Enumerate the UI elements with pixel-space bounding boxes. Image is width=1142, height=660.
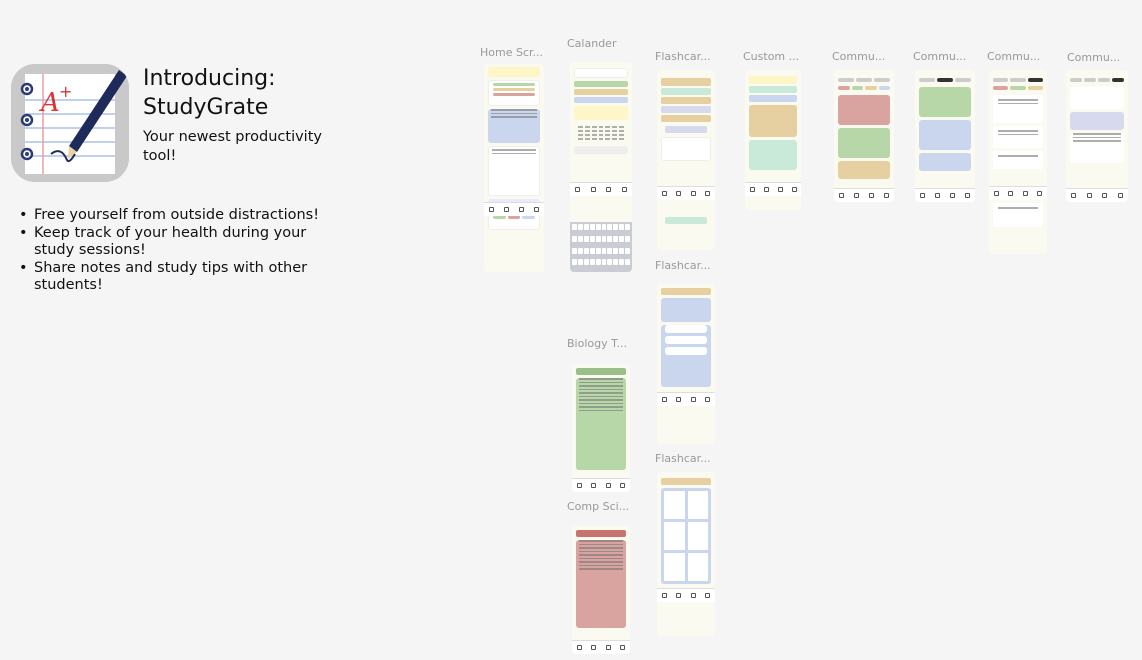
- community-frame[interactable]: [834, 70, 894, 202]
- svg-text:A: A: [39, 88, 60, 118]
- custom-frame[interactable]: [745, 70, 801, 210]
- calendar-frame[interactable]: [570, 62, 632, 272]
- intro-title: Introducing: StudyGrate: [143, 64, 276, 122]
- feature-list: Free yourself from outside distractions!…: [18, 207, 328, 295]
- svg-text:+: +: [59, 82, 72, 101]
- flashcards-frame[interactable]: [657, 472, 715, 636]
- frame-label-flashcards: Flashcar...: [655, 50, 711, 63]
- feature-item: Share notes and study tips with other st…: [18, 260, 328, 295]
- frame-label-community: Commu...: [913, 50, 967, 63]
- frame-label-custom: Custom ...: [743, 50, 800, 63]
- frame-label-flashcards: Flashcar...: [655, 452, 711, 465]
- frame-label-calendar: Calander: [567, 37, 617, 50]
- frame-label-community: Commu...: [1067, 51, 1121, 64]
- community-frame[interactable]: [989, 70, 1047, 254]
- community-frame[interactable]: [915, 70, 975, 202]
- community-frame[interactable]: [1066, 70, 1128, 202]
- intro-title-line1: Introducing:: [143, 66, 276, 91]
- frame-label-home: Home Scr...: [480, 46, 544, 59]
- frame-label-community: Commu...: [832, 50, 886, 63]
- frame-label-flashcards: Flashcar...: [655, 259, 711, 272]
- compsci-frame[interactable]: [572, 526, 630, 654]
- home-screen-frame[interactable]: [484, 64, 544, 272]
- flashcards-frame[interactable]: [657, 284, 715, 444]
- app-icon: A +: [11, 64, 129, 182]
- biology-frame[interactable]: [572, 364, 630, 492]
- intro-title-line2: StudyGrate: [143, 95, 269, 120]
- feature-item: Free yourself from outside distractions!: [18, 207, 328, 225]
- frame-label-community: Commu...: [987, 50, 1041, 63]
- frame-label-compsci: Comp Sci...: [567, 500, 630, 513]
- frame-label-biology: Biology T...: [567, 337, 628, 350]
- intro-subtitle: Your newest productivity tool!: [143, 129, 322, 164]
- notebook-pencil-grade-icon: A +: [11, 64, 129, 182]
- flashcards-frame[interactable]: [657, 70, 715, 250]
- feature-item: Keep track of your health during your st…: [18, 225, 328, 260]
